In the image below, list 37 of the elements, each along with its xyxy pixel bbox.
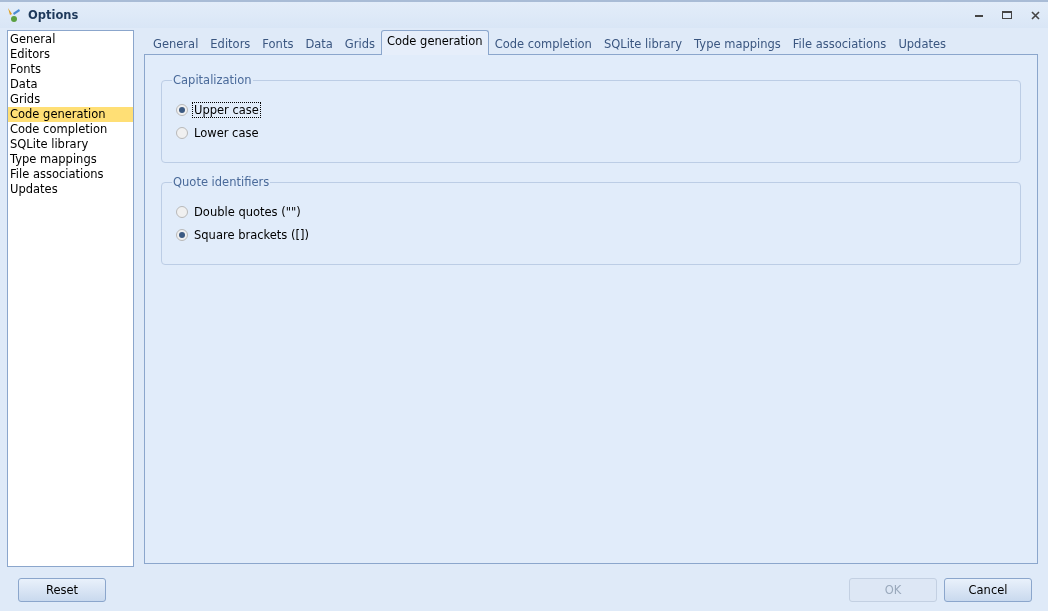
sidebar-item[interactable]: General: [8, 32, 133, 47]
sidebar-item[interactable]: Grids: [8, 92, 133, 107]
tab[interactable]: General: [147, 34, 205, 54]
window-title: Options: [28, 8, 80, 22]
tools-icon: [6, 7, 22, 23]
tab[interactable]: SQLite library: [597, 34, 689, 54]
sidebar-item[interactable]: Updates: [8, 182, 133, 197]
tab[interactable]: Updates: [892, 34, 952, 54]
radio-label[interactable]: Lower case: [192, 125, 261, 141]
sidebar-item[interactable]: File associations: [8, 167, 133, 182]
sidebar-item[interactable]: Code completion: [8, 122, 133, 137]
sidebar-item[interactable]: Editors: [8, 47, 133, 62]
sidebar-item[interactable]: Code generation: [8, 107, 133, 122]
group-title: Capitalization: [172, 73, 253, 87]
sidebar-item[interactable]: SQLite library: [8, 137, 133, 152]
sidebar-item[interactable]: Fonts: [8, 62, 133, 77]
radio-label[interactable]: Square brackets ([]): [192, 227, 311, 243]
tab[interactable]: Type mappings: [688, 34, 787, 54]
sidebar-item[interactable]: Data: [8, 77, 133, 92]
close-icon[interactable]: [1028, 8, 1042, 22]
tab[interactable]: Code completion: [488, 34, 598, 54]
tab[interactable]: Data: [299, 34, 339, 54]
tab[interactable]: Grids: [338, 34, 381, 54]
dialog-button[interactable]: Cancel: [944, 577, 1032, 602]
reset-button[interactable]: Reset: [18, 577, 106, 602]
group-title: Quote identifiers: [172, 175, 271, 189]
radio-button[interactable]: [176, 229, 188, 241]
tab[interactable]: File associations: [786, 34, 893, 54]
radio-button[interactable]: [176, 127, 188, 139]
radio-button[interactable]: [176, 104, 188, 116]
radio-label[interactable]: Double quotes (""): [192, 204, 303, 220]
radio-button[interactable]: [176, 206, 188, 218]
tab[interactable]: Fonts: [256, 34, 300, 54]
sidebar-item[interactable]: Type mappings: [8, 152, 133, 167]
radio-label[interactable]: Upper case: [192, 102, 261, 118]
tab[interactable]: Code generation: [381, 30, 489, 55]
tab[interactable]: Editors: [204, 34, 257, 54]
